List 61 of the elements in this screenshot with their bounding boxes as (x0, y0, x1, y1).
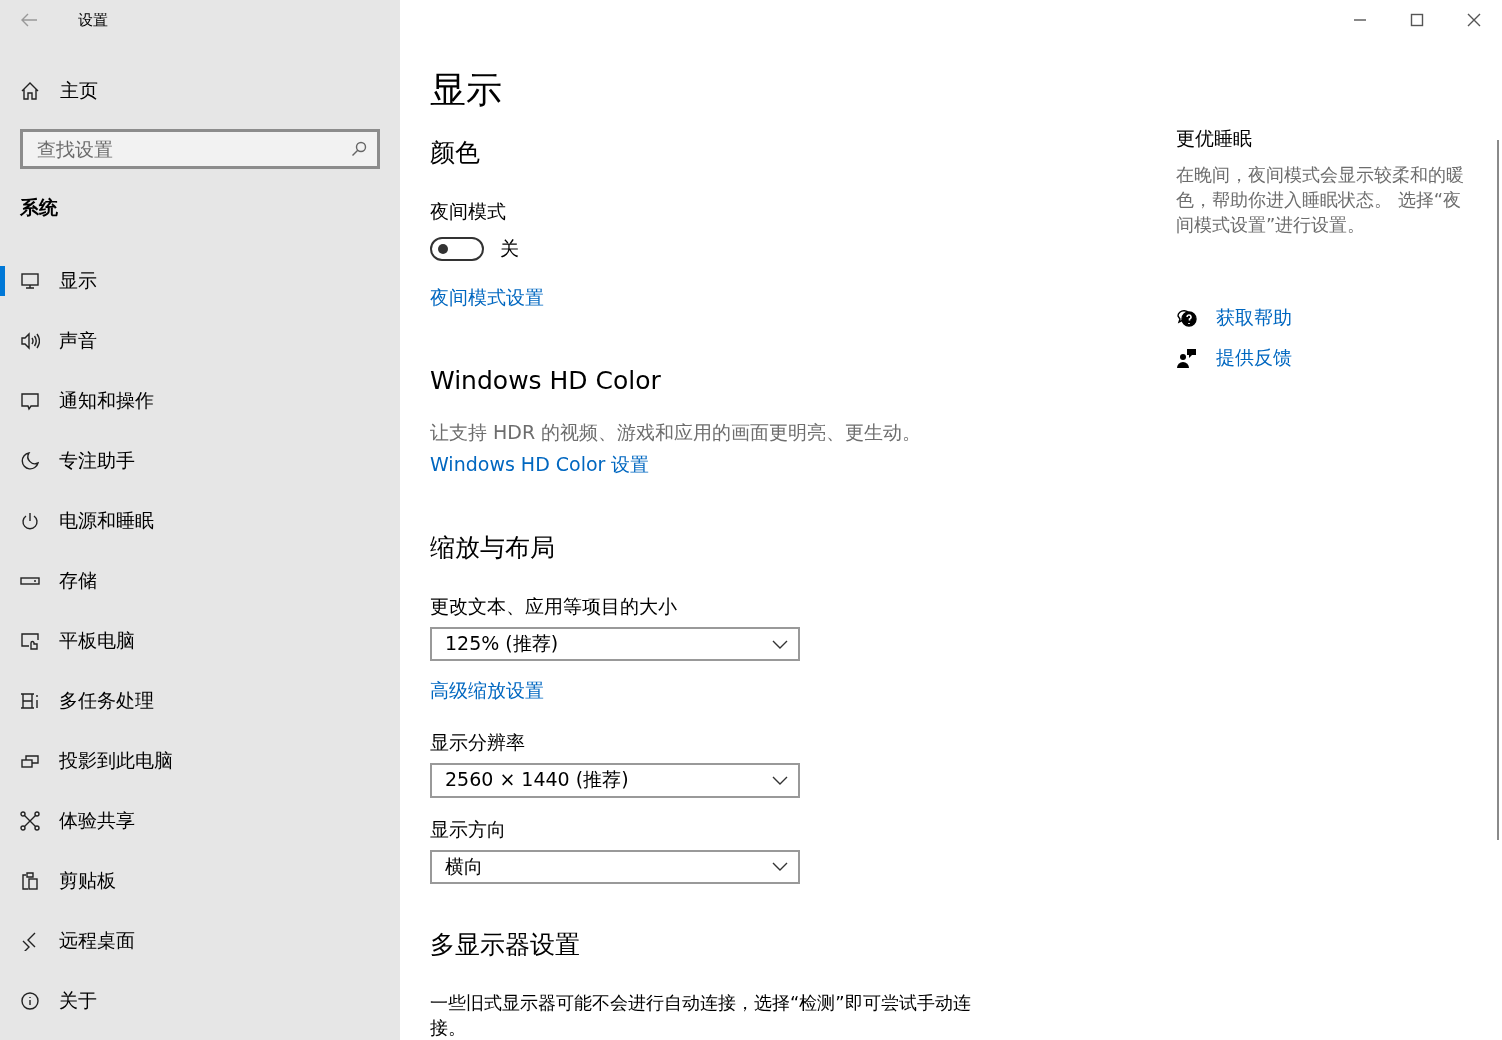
home-nav-item[interactable]: 主页 (0, 71, 400, 111)
section-heading: Windows HD Color (430, 365, 662, 397)
chevron-down-icon (772, 639, 788, 649)
help-chat-icon (1176, 307, 1198, 329)
info-icon (20, 991, 40, 1011)
share-nodes-icon (20, 811, 40, 831)
setting-label: 显示方向 (430, 816, 507, 842)
chevron-down-icon (772, 862, 788, 872)
home-icon (20, 81, 40, 101)
setting-label: 更改文本、应用等项目的大小 (430, 594, 678, 619)
description-text: 一些旧式显示器可能不会进行自动连接，选择“检测”即可尝试手动连接。 (430, 991, 972, 1040)
sidebar-item[interactable]: 投影到此电脑 (0, 731, 400, 791)
sidebar-item[interactable]: 多任务处理 (0, 671, 400, 731)
clipboard-icon (20, 871, 40, 891)
person-feedback-icon (1176, 347, 1198, 369)
sidebar-item[interactable]: 体验共享 (0, 791, 400, 851)
chevron-down-icon (772, 776, 788, 785)
dropdown[interactable]: 125% (推荐) (430, 627, 800, 662)
page-title: 显示 (430, 68, 503, 112)
close-icon[interactable] (1466, 13, 1481, 27)
section-heading: 系统 (19, 195, 59, 220)
description-text: 在晚间，夜间模式会显示较柔和的暖色，帮助你进入睡眠状态。 选择“夜间模式设置”进行设置。 (1176, 163, 1465, 237)
section-heading: 缩放与布局 (430, 532, 556, 564)
sidebar-item[interactable]: 存储 (0, 551, 400, 611)
tablet-hand-icon (20, 631, 40, 651)
description-text: 让支持 HDR 的视频、游戏和应用的画面更明亮、更生动。 (430, 420, 923, 445)
feedback-link[interactable]: 提供反馈 (1216, 345, 1292, 371)
monitor-icon (20, 271, 40, 291)
section-heading: 颜色 (430, 137, 481, 169)
sidebar-item[interactable]: 远程桌面 (0, 911, 400, 971)
search-icon (351, 141, 367, 157)
sidebar-item[interactable]: 声音 (0, 311, 400, 371)
speech-bubble-icon (20, 391, 40, 411)
window-title: 设置 (78, 10, 108, 30)
sidebar-item[interactable]: 通知和操作 (0, 371, 400, 431)
crescent-moon-icon (20, 451, 40, 471)
aside-heading: 更优睡眠 (1176, 126, 1253, 151)
settings-link[interactable]: 夜间模式设置 (430, 284, 544, 310)
sidebar-item[interactable]: 显示 (0, 251, 400, 311)
setting-label: 夜间模式 (430, 199, 507, 224)
settings-link[interactable]: Windows HD Color 设置 (430, 451, 650, 477)
sidebar-item[interactable]: 电源和睡眠 (0, 491, 400, 551)
scrollbar[interactable] (1497, 140, 1499, 840)
toggle-switch[interactable] (430, 237, 484, 261)
power-icon (20, 511, 40, 531)
sidebar-item[interactable]: 剪贴板 (0, 851, 400, 911)
sidebar-item[interactable]: 关于 (0, 971, 400, 1031)
speaker-icon (20, 331, 40, 351)
dropdown[interactable]: 横向 (430, 849, 800, 884)
dropdown[interactable]: 2560 × 1440 (推荐) (430, 763, 800, 798)
multitask-icon (20, 691, 40, 711)
maximize-icon[interactable] (1409, 13, 1424, 27)
search-box[interactable]: 查找设置 (20, 129, 380, 169)
help-link[interactable]: 获取帮助 (1216, 305, 1292, 331)
section-heading: 多显示器设置 (430, 929, 581, 961)
sidebar-item[interactable]: 专注助手 (0, 431, 400, 491)
settings-link[interactable]: 高级缩放设置 (430, 677, 544, 704)
search-field[interactable]: 查找设置 (37, 132, 351, 166)
toggle-state: 关 (500, 236, 519, 261)
setting-label: 显示分辨率 (430, 730, 526, 756)
sidebar-item[interactable]: 平板电脑 (0, 611, 400, 671)
